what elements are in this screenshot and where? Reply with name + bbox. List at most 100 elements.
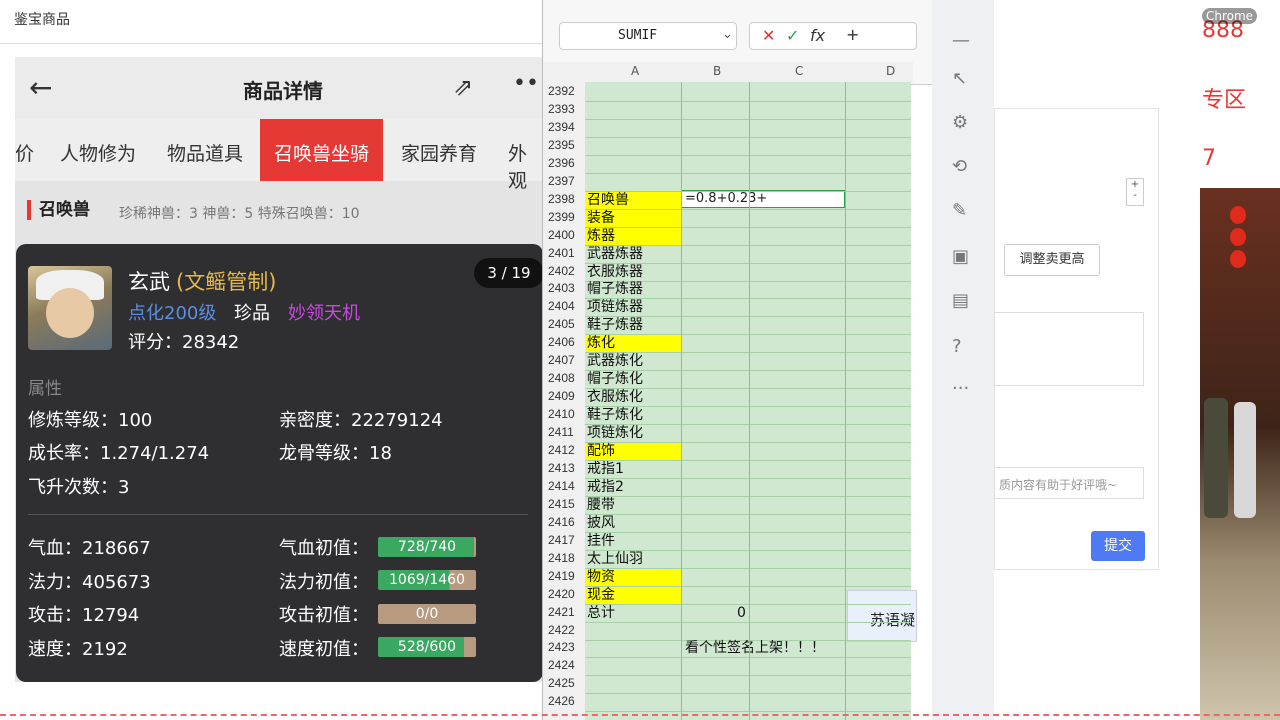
row-number[interactable]: 2399	[548, 210, 575, 224]
row-number[interactable]: 2410	[548, 407, 575, 421]
tools-icon[interactable]: ✎	[952, 200, 967, 221]
cell-a[interactable]: 戒指1	[587, 461, 624, 478]
tab-character[interactable]: 人物修为	[60, 139, 136, 166]
cell-a[interactable]: 鞋子炼化	[587, 407, 643, 424]
row-number[interactable]: 2397	[548, 174, 575, 188]
cell-a[interactable]: 衣服炼化	[587, 389, 643, 406]
row-number[interactable]: 2424	[548, 658, 575, 672]
row-number[interactable]: 2419	[548, 569, 575, 583]
cell-a[interactable]: 挂件	[587, 533, 615, 550]
row-number[interactable]: 2398	[548, 192, 575, 206]
row-number[interactable]: 2405	[548, 317, 575, 331]
tab-pets-mounts[interactable]: 召唤兽坐骑	[260, 119, 384, 181]
cell-a[interactable]: 物资	[587, 569, 615, 586]
tab-home[interactable]: 家园养育	[401, 139, 477, 166]
image-icon[interactable]: ▣	[952, 246, 969, 267]
cell-a[interactable]: 炼器	[587, 228, 615, 245]
cell-a[interactable]: 帽子炼器	[587, 281, 643, 298]
pedestrian	[1234, 402, 1256, 518]
row-number[interactable]: 2406	[548, 335, 575, 349]
cell-a[interactable]: 衣服炼器	[587, 264, 643, 281]
row-number[interactable]: 2417	[548, 533, 575, 547]
row-number[interactable]: 2402	[548, 264, 575, 278]
row-number[interactable]: 2426	[548, 694, 575, 708]
chevron-down-icon[interactable]: ⌄	[722, 27, 733, 42]
row-number[interactable]: 2411	[548, 425, 574, 439]
refresh-icon[interactable]: ⟲	[952, 156, 967, 177]
sliders-icon[interactable]: ⚙	[952, 112, 968, 133]
cell-a[interactable]: 腰带	[587, 497, 615, 514]
cell-a[interactable]: 装备	[587, 210, 615, 227]
active-cell-editor[interactable]: =0.8+0.23+	[681, 190, 845, 208]
cancel-icon[interactable]: ✕	[762, 26, 775, 45]
spreadsheet-window: SUMIF ⌄ ✕ ✓ fx + A B C D =0.8+0.23+ 苏语凝 2…	[542, 0, 933, 720]
row-number[interactable]: 2393	[548, 102, 575, 116]
book-icon[interactable]: ▤	[952, 290, 969, 311]
row-number[interactable]: 2396	[548, 156, 575, 170]
cell-a[interactable]: 召唤兽	[587, 192, 629, 209]
cell-a[interactable]: 项链炼器	[587, 299, 643, 316]
row-number[interactable]: 2416	[548, 515, 575, 529]
cell-a[interactable]: 项链炼化	[587, 425, 643, 442]
cursor-icon[interactable]: ↖	[952, 68, 967, 89]
tab-items[interactable]: 物品道具	[167, 139, 243, 166]
cell-a[interactable]: 太上仙羽	[587, 551, 643, 568]
cell-a[interactable]: 披风	[587, 515, 615, 532]
row-number[interactable]: 2413	[548, 461, 575, 475]
adjust-price-button[interactable]: 调整卖更高	[1004, 244, 1100, 276]
share-icon[interactable]: ⇗	[453, 73, 473, 101]
row-number[interactable]: 2425	[548, 676, 575, 690]
row-number[interactable]: 2401	[548, 246, 575, 260]
comment-input[interactable]: 质内容有助于好评哦~	[994, 467, 1144, 499]
col-b[interactable]: B	[713, 64, 721, 78]
help-icon[interactable]: ?	[952, 336, 962, 357]
expand-icon[interactable]: +	[846, 25, 859, 44]
cell-a[interactable]: 帽子炼化	[587, 371, 643, 388]
row-number[interactable]: 2394	[548, 120, 575, 134]
row-number[interactable]: 2392	[548, 84, 575, 98]
row-number[interactable]: 2404	[548, 299, 575, 313]
tab-appearance[interactable]: 外观	[508, 139, 545, 193]
more-icon[interactable]: ···	[952, 378, 969, 399]
back-arrow-icon[interactable]: ←	[29, 71, 52, 104]
tab-price[interactable]: 价	[15, 139, 34, 166]
cell-a[interactable]: 戒指2	[587, 479, 624, 496]
row-number[interactable]: 2418	[548, 551, 575, 565]
cell-a[interactable]: 现金	[587, 587, 615, 604]
cell-b[interactable]: 0	[737, 605, 746, 622]
attr-header: 属性	[28, 379, 62, 399]
row-number[interactable]: 2400	[548, 228, 575, 242]
row-number[interactable]: 2422	[548, 623, 575, 637]
minimize-icon[interactable]: —	[952, 30, 970, 51]
row-number[interactable]: 2408	[548, 371, 575, 385]
cell-a[interactable]: 总计	[587, 605, 615, 622]
row-number[interactable]: 2403	[548, 281, 575, 295]
row-number[interactable]: 2420	[548, 587, 575, 601]
col-d[interactable]: D	[886, 64, 895, 78]
grid-line	[585, 101, 911, 102]
cell-a[interactable]: 配饰	[587, 443, 615, 460]
cell-a[interactable]: 武器炼化	[587, 353, 643, 370]
row-number[interactable]: 2407	[548, 353, 575, 367]
row-number[interactable]: 2421	[548, 605, 575, 619]
row-number[interactable]: 2414	[548, 479, 575, 493]
row-number[interactable]: 2423	[548, 640, 575, 654]
cell-b[interactable]: 看个性签名上架！！！	[685, 640, 825, 657]
description-textarea[interactable]	[994, 312, 1144, 386]
submit-button[interactable]: 提交	[1091, 531, 1145, 561]
cell-a[interactable]: 炼化	[587, 335, 615, 352]
insert-function-icon[interactable]: fx	[810, 26, 825, 45]
col-c[interactable]: C	[795, 64, 803, 78]
cell-a[interactable]: 鞋子炼器	[587, 317, 643, 334]
row-number[interactable]: 2412	[548, 443, 575, 457]
row-number[interactable]: 2395	[548, 138, 575, 152]
confirm-icon[interactable]: ✓	[786, 26, 799, 45]
cell-a[interactable]: 武器炼器	[587, 246, 643, 263]
row-number[interactable]: 2415	[548, 497, 575, 511]
spin-control[interactable]: + -	[1126, 178, 1144, 206]
cell-d2421[interactable]: 苏语凝	[847, 590, 917, 642]
col-a[interactable]: A	[631, 64, 639, 78]
name-box[interactable]: SUMIF ⌄	[559, 22, 737, 50]
row-number[interactable]: 2409	[548, 389, 575, 403]
section-counts: 珍稀神兽：3 神兽：5 特殊召唤兽：10	[119, 206, 360, 222]
